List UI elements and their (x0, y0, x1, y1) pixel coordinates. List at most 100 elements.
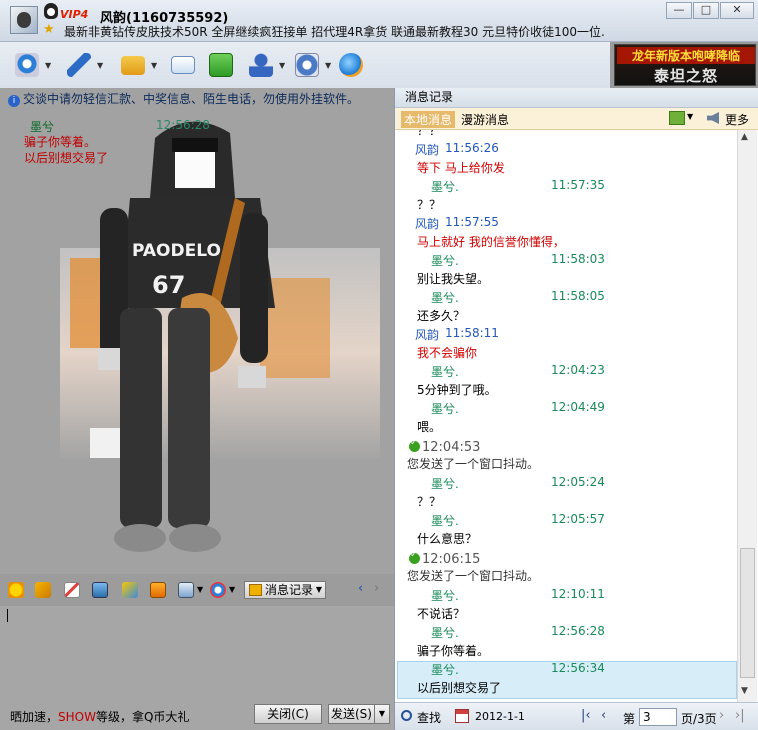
dropdown-arrow-icon[interactable]: ▼ (687, 112, 693, 121)
history-time: 11:58:03 (551, 252, 605, 266)
folder-icon (121, 56, 145, 75)
dropdown-arrow-icon[interactable]: ▼ (229, 585, 235, 594)
history-icon (249, 584, 262, 596)
emoticon-icon[interactable] (8, 582, 24, 598)
message-history-button[interactable]: 消息记录 ▼ (244, 581, 326, 599)
tab-roaming-messages[interactable]: 漫游消息 (461, 111, 509, 128)
globe-icon (339, 53, 363, 77)
scroll-up-icon[interactable]: ▲ (741, 132, 748, 142)
photo-hair (172, 138, 218, 152)
add-window-icon (209, 53, 233, 77)
photo-glove (238, 366, 266, 388)
gift-icon[interactable] (150, 582, 166, 598)
history-time: 12:05:24 (551, 475, 605, 489)
font-icon[interactable] (64, 582, 80, 598)
history-sender: 风韵 (415, 328, 440, 342)
chat-message-area[interactable]: PAODELO 67 i 交谈中请勿轻信汇款、中奖信息、陌生电话，勿使用外挂软件。… (0, 88, 394, 574)
avatar-face (17, 12, 31, 28)
scroll-down-icon[interactable]: ▼ (741, 686, 748, 696)
next-page-icon[interactable]: › (719, 708, 724, 723)
magic-emoticon-icon[interactable] (35, 582, 51, 598)
video-call-button[interactable]: ▼ (12, 50, 51, 80)
apps-button[interactable]: ▼ (246, 50, 285, 80)
history-time: 11:57:35 (551, 178, 605, 192)
search-button[interactable]: 查找 (417, 709, 441, 726)
history-message: 我不会骗你 (417, 346, 478, 360)
history-message: ？？ (417, 130, 442, 138)
game-ad-banner[interactable]: 龙年新版本咆哮降临 泰坦之怒 (614, 44, 756, 86)
scroll-thumb[interactable] (740, 548, 755, 678)
create-group-button[interactable] (206, 50, 236, 80)
check-icon (409, 550, 420, 564)
photo-shoe (169, 524, 221, 552)
close-window-button[interactable]: ✕ (720, 2, 754, 19)
history-time: 11:57:55 (445, 215, 499, 229)
settings-button[interactable]: ▼ (292, 50, 331, 80)
share-button[interactable] (336, 50, 366, 80)
tab-local-messages[interactable]: 本地消息 (401, 111, 456, 128)
contact-signature: 最新非黄钻传皮肤技术50R 全屏继续疯狂接单 招代理4R拿货 联通最新教程30 … (64, 25, 605, 39)
voice-call-button[interactable]: ▼ (64, 50, 103, 80)
page-total: 页/3页 (681, 712, 717, 726)
dropdown-arrow-icon[interactable]: ▼ (325, 61, 331, 70)
promo-prefix: 晒加速， (10, 710, 59, 724)
calendar-icon[interactable] (455, 709, 469, 723)
more-button[interactable]: 更多 (725, 111, 749, 128)
history-scrollbar[interactable]: ▲ ▼ (737, 130, 757, 702)
message-history-panel: 消息记录 本地消息 漫游消息 ▼ 更多 ？？ 风韵 11:56:26 等下 马上给你发… (394, 88, 758, 730)
dropdown-arrow-icon: ▼ (315, 585, 322, 594)
history-sender: 墨兮. (431, 254, 459, 268)
close-button[interactable]: 关闭(C) (254, 704, 322, 724)
history-time: 12:56:34 (551, 661, 605, 675)
send-file-button[interactable]: ▼ (118, 50, 157, 80)
dropdown-arrow-icon[interactable]: ▼ (97, 61, 103, 70)
history-message: 喂。 (417, 420, 442, 434)
chat-message-text: 以后别想交易了 (24, 151, 109, 165)
export-icon[interactable] (669, 111, 685, 125)
history-panel-title: 消息记录 (395, 88, 758, 108)
maximize-button[interactable]: □ (693, 2, 719, 19)
banner-game-title: 泰坦之怒 (653, 67, 718, 85)
music-icon[interactable] (122, 582, 138, 598)
page-number-input[interactable]: 3 (639, 708, 677, 726)
history-message: 别让我失望。 (417, 272, 490, 286)
photo-arm (240, 213, 268, 363)
toolbar-scroll-left-icon[interactable]: ‹ (358, 581, 363, 596)
history-sender: 墨兮. (431, 514, 459, 528)
history-list[interactable]: ？？ 风韵 11:56:26 等下 马上给你发 墨兮. 11:57:35 ？？ 风韵 11:57… (395, 130, 737, 702)
dropdown-arrow-icon[interactable]: ▼ (151, 61, 157, 70)
speaker-icon[interactable] (707, 112, 719, 124)
history-sender: 风韵 (415, 217, 440, 231)
contact-avatar[interactable] (10, 6, 38, 34)
history-message: 骗子你等着。 (417, 644, 490, 658)
send-button[interactable]: 发送(S) (328, 704, 374, 724)
history-time: 12:10:11 (551, 587, 605, 601)
first-page-icon[interactable]: |‹ (581, 708, 591, 723)
history-date[interactable]: 2012-1-1 (475, 710, 525, 723)
message-input[interactable] (0, 606, 394, 700)
promo-link[interactable]: 晒加速，SHOW等级，拿Q币大礼 (10, 708, 189, 725)
previous-page-icon[interactable]: ‹ (601, 708, 606, 723)
history-pager: 查找 2012-1-1 |‹ ‹ 第 3 页/3页 › ›| (395, 702, 758, 730)
last-page-icon[interactable]: ›| (735, 708, 745, 723)
soso-icon[interactable] (210, 582, 226, 598)
history-sender: 墨兮. (431, 291, 459, 305)
minimize-button[interactable]: — (666, 2, 692, 19)
hoodie-text: PAODELO (132, 241, 221, 261)
send-options-dropdown[interactable]: ▼ (374, 704, 390, 724)
dropdown-arrow-icon[interactable]: ▼ (279, 61, 285, 70)
dropdown-arrow-icon[interactable]: ▼ (45, 61, 51, 70)
image-icon[interactable] (92, 582, 108, 598)
history-time: 11:56:26 (445, 141, 499, 155)
send-email-button[interactable] (168, 50, 198, 80)
photo-leg (120, 308, 162, 528)
dropdown-arrow-icon[interactable]: ▼ (197, 585, 203, 594)
history-time: 12:56:28 (551, 624, 605, 638)
message-history-label: 消息记录 (265, 583, 314, 597)
user-settings-icon (249, 53, 273, 77)
screenshot-icon[interactable] (178, 582, 194, 598)
toolbar-scroll-right-icon[interactable]: › (374, 581, 379, 596)
history-time: 12:05:57 (551, 512, 605, 526)
history-message: 等下 马上给你发 (417, 161, 505, 175)
search-icon[interactable] (401, 710, 412, 721)
